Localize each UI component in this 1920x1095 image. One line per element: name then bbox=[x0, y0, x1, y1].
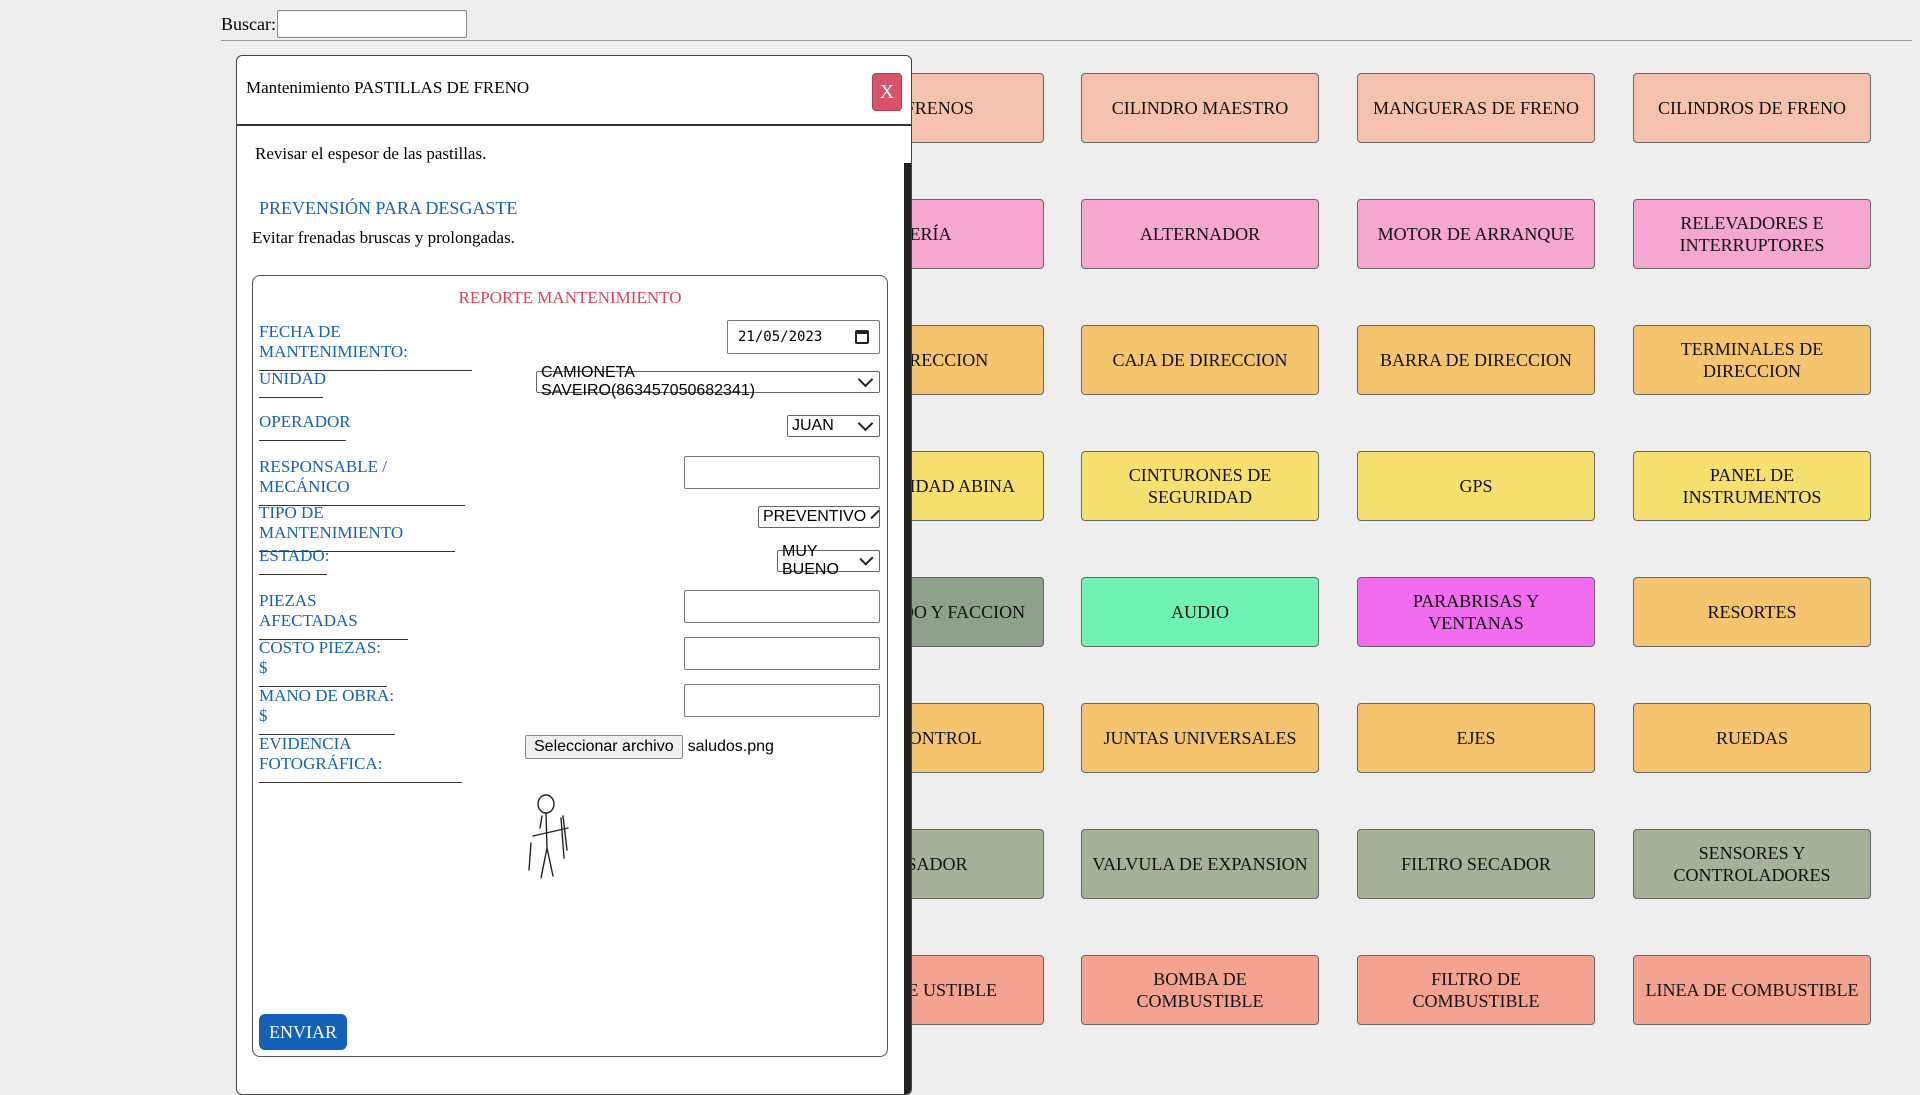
modal-scrollbar[interactable] bbox=[904, 163, 911, 1094]
component-tile[interactable]: BARRA DE DIRECCION bbox=[1357, 325, 1595, 395]
component-tile[interactable]: FILTRO DE COMBUSTIBLE bbox=[1357, 955, 1595, 1025]
component-tile[interactable]: ALTERNADOR bbox=[1081, 199, 1319, 269]
file-picker: Seleccionar archivo saludos.png bbox=[525, 735, 774, 759]
tipo-select[interactable]: PREVENTIVO bbox=[758, 506, 880, 528]
responsable-input[interactable] bbox=[684, 456, 880, 489]
estado-value: MUY BUENO bbox=[782, 543, 839, 578]
component-tile[interactable]: RELEVADORES E INTERRUPTORES bbox=[1633, 199, 1871, 269]
responsable-label: RESPONSABLE / MECÁNICO bbox=[259, 457, 465, 506]
operador-value: JUAN bbox=[792, 417, 834, 434]
component-tile[interactable]: SENSORES Y CONTROLADORES bbox=[1633, 829, 1871, 899]
close-button[interactable]: X bbox=[872, 73, 902, 111]
chevron-down-icon bbox=[857, 415, 874, 432]
tipo-label: TIPO DE MANTENIMIENTO bbox=[259, 503, 455, 552]
costo-input[interactable] bbox=[684, 637, 880, 670]
component-tile[interactable]: GPS bbox=[1357, 451, 1595, 521]
prevention-title: PREVENSIÓN PARA DESGASTE bbox=[259, 198, 518, 218]
prevention-text: Evitar frenadas bruscas y prolongadas. bbox=[252, 228, 515, 247]
component-tile[interactable]: AUDIO bbox=[1081, 577, 1319, 647]
fecha-value: 21/05/2023 bbox=[738, 329, 823, 345]
mano-label: MANO DE OBRA: $ bbox=[259, 686, 395, 735]
component-tile[interactable]: CAJA DE DIRECCION bbox=[1081, 325, 1319, 395]
unidad-select[interactable]: CAMIONETA SAVEIRO(863457050682341) bbox=[536, 364, 880, 399]
component-tile[interactable]: CILINDROS DE FRENO bbox=[1633, 73, 1871, 143]
estado-select[interactable]: MUY BUENO bbox=[777, 543, 880, 578]
component-tile[interactable]: CILINDRO MAESTRO bbox=[1081, 73, 1319, 143]
component-tile[interactable]: VALVULA DE EXPANSION bbox=[1081, 829, 1319, 899]
tipo-value: PREVENTIVO bbox=[763, 508, 867, 525]
operador-select[interactable]: JUAN bbox=[787, 415, 880, 437]
component-tile[interactable]: RESORTES bbox=[1633, 577, 1871, 647]
chevron-down-icon bbox=[857, 371, 874, 388]
component-tile[interactable]: MANGUERAS DE FRENO bbox=[1357, 73, 1595, 143]
piezas-label: PIEZAS AFECTADAS bbox=[259, 591, 408, 640]
modal-header: Mantenimiento PASTILLAS DE FRENO X bbox=[237, 56, 911, 126]
chevron-down-icon bbox=[870, 509, 880, 520]
component-tile[interactable]: LINEA DE COMBUSTIBLE bbox=[1633, 955, 1871, 1025]
piezas-input[interactable] bbox=[684, 590, 880, 623]
component-tile[interactable]: MOTOR DE ARRANQUE bbox=[1357, 199, 1595, 269]
component-tile[interactable]: RUEDAS bbox=[1633, 703, 1871, 773]
maintenance-description: Revisar el espesor de las pastillas. bbox=[255, 144, 487, 163]
file-select-button[interactable]: Seleccionar archivo bbox=[525, 735, 683, 759]
file-name: saludos.png bbox=[687, 738, 774, 755]
mano-input[interactable] bbox=[684, 684, 880, 717]
fecha-label: FECHA DE MANTENIMIENTO: bbox=[259, 322, 472, 371]
maintenance-modal: Mantenimiento PASTILLAS DE FRENO X Revis… bbox=[236, 55, 912, 1095]
evidencia-label: EVIDENCIA FOTOGRÁFICA: bbox=[259, 734, 462, 783]
component-tile[interactable]: CINTURONES DE SEGURIDAD bbox=[1081, 451, 1319, 521]
unidad-label: UNIDAD bbox=[259, 369, 326, 398]
fecha-date-input[interactable]: 21/05/2023 bbox=[727, 320, 880, 354]
calendar-icon[interactable] bbox=[855, 330, 869, 344]
report-form: REPORTE MANTENIMIENTO FECHA DE MANTENIMI… bbox=[252, 275, 888, 1057]
component-tile[interactable]: BOMBA DE COMBUSTIBLE bbox=[1081, 955, 1319, 1025]
send-button[interactable]: ENVIAR bbox=[259, 1014, 347, 1050]
component-tile[interactable]: PARABRISAS Y VENTANAS bbox=[1357, 577, 1595, 647]
evidence-image-preview bbox=[528, 794, 569, 879]
report-title: REPORTE MANTENIMIENTO bbox=[458, 288, 682, 307]
component-tile[interactable]: PANEL DE INSTRUMENTOS bbox=[1633, 451, 1871, 521]
costo-label: COSTO PIEZAS: $ bbox=[259, 638, 387, 687]
component-tile[interactable]: TERMINALES DE DIRECCION bbox=[1633, 325, 1871, 395]
chevron-down-icon bbox=[859, 551, 874, 566]
component-tile[interactable]: FILTRO SECADOR bbox=[1357, 829, 1595, 899]
component-tile[interactable]: JUNTAS UNIVERSALES bbox=[1081, 703, 1319, 773]
estado-label: ESTADO: bbox=[259, 546, 329, 575]
component-tile[interactable]: EJES bbox=[1357, 703, 1595, 773]
unidad-value: CAMIONETA SAVEIRO(863457050682341) bbox=[541, 364, 756, 399]
modal-title: Mantenimiento PASTILLAS DE FRENO bbox=[246, 78, 530, 97]
operador-label: OPERADOR bbox=[259, 412, 351, 441]
